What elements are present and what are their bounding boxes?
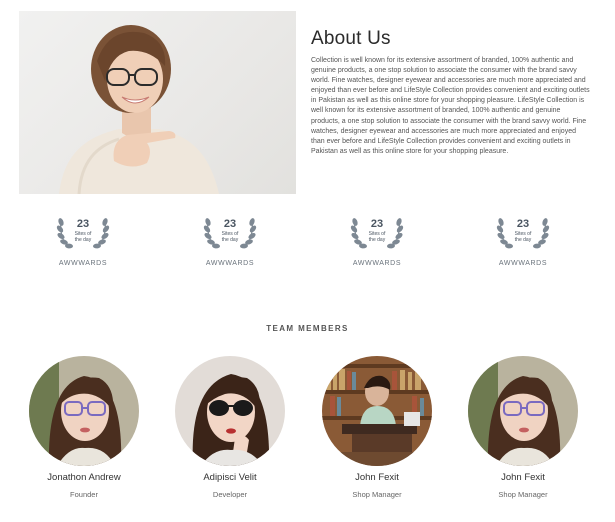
award-number: 23: [223, 218, 237, 230]
award-subtitle: Sites of the day: [221, 231, 239, 243]
award-subtitle: Sites of the day: [368, 231, 386, 243]
award-number: 23: [370, 218, 384, 230]
award-badge-2: 23 Sites of the day AWWWARDS: [195, 208, 265, 267]
member-role: Founder: [70, 490, 98, 499]
laurel-icon: 23 Sites of the day: [202, 208, 258, 254]
team-member-card[interactable]: John Fexit Shop Manager: [317, 356, 437, 499]
member-name: Adipisci Velit: [203, 472, 257, 483]
award-subtitle: Sites of the day: [514, 231, 532, 243]
member-role: Developer: [212, 490, 248, 499]
about-title: About Us: [311, 28, 391, 49]
award-badge-3: 23 Sites of the day AWWWARDS: [342, 208, 412, 267]
award-subtitle: Sites of the day: [74, 231, 92, 243]
team-member-card[interactable]: Adipisci Velit Developer: [170, 356, 290, 499]
member-role: Shop Manager: [498, 490, 548, 499]
member-name: Jonathon Andrew: [47, 472, 121, 483]
about-text-block: About Us Collection is well known for it…: [311, 28, 591, 157]
laurel-icon: 23 Sites of the day: [349, 208, 405, 254]
member-avatar[interactable]: [175, 356, 285, 466]
award-badge-4: 23 Sites of the day AWWWARDS: [488, 208, 558, 267]
member-name: John Fexit: [355, 472, 399, 483]
awards-row: 23 Sites of the day AWWWARDS 23 Sites of…: [0, 208, 615, 274]
award-label: AWWWARDS: [58, 260, 108, 267]
award-number: 23: [516, 218, 530, 230]
about-body: Collection is well known for its extensi…: [311, 57, 590, 155]
laurel-icon: 23 Sites of the day: [55, 208, 111, 254]
award-label: AWWWARDS: [352, 260, 402, 267]
award-badge-1: 23 Sites of the day AWWWARDS: [48, 208, 118, 267]
member-role: Shop Manager: [352, 490, 402, 499]
award-label: AWWWARDS: [498, 260, 548, 267]
member-name: John Fexit: [501, 472, 545, 483]
laurel-icon: 23 Sites of the day: [495, 208, 551, 254]
team-member-card[interactable]: John Fexit Shop Manager: [463, 356, 583, 499]
member-avatar[interactable]: [468, 356, 578, 466]
team-member-card[interactable]: Jonathon Andrew Founder: [24, 356, 144, 499]
about-hero-image: [19, 11, 296, 194]
award-number: 23: [76, 218, 90, 230]
member-avatar[interactable]: [322, 356, 432, 466]
member-avatar[interactable]: [29, 356, 139, 466]
team-heading: TEAM MEMBERS: [266, 324, 349, 333]
about-section: About Us Collection is well known for it…: [0, 0, 615, 200]
award-label: AWWWARDS: [205, 260, 255, 267]
